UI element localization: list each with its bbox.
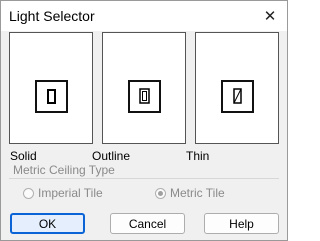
- title-bar: Light Selector ✕: [1, 1, 287, 31]
- metric-tile-radio[interactable]: Metric Tile: [155, 186, 225, 200]
- close-icon[interactable]: ✕: [259, 5, 281, 27]
- tile-solid[interactable]: [9, 32, 93, 144]
- ok-button[interactable]: OK: [10, 213, 85, 234]
- tile-label-outline: Outline: [92, 149, 131, 163]
- tile-label-thin: Thin: [186, 149, 210, 163]
- solid-light-icon: [47, 89, 56, 104]
- imperial-tile-radio[interactable]: Imperial Tile: [23, 186, 103, 200]
- tile-thin[interactable]: [195, 32, 279, 144]
- cancel-button[interactable]: Cancel: [110, 213, 185, 234]
- tile-outline[interactable]: [102, 32, 186, 144]
- group-divider: [9, 178, 279, 179]
- dialog-title: Light Selector: [9, 8, 95, 24]
- thin-light-icon: [233, 88, 242, 104]
- help-button[interactable]: Help: [204, 213, 279, 234]
- radio-selected-icon: [155, 187, 166, 199]
- light-selector-dialog: Light Selector ✕ Solid Outline Thin Metr…: [0, 0, 288, 241]
- metric-tile-label: Metric Tile: [170, 186, 225, 200]
- ceiling-type-label: Metric Ceiling Type: [13, 163, 115, 177]
- tile-label-solid: Solid: [10, 149, 37, 163]
- radio-circle-icon: [23, 187, 34, 199]
- imperial-tile-label: Imperial Tile: [38, 186, 103, 200]
- outline-light-icon: [139, 88, 150, 104]
